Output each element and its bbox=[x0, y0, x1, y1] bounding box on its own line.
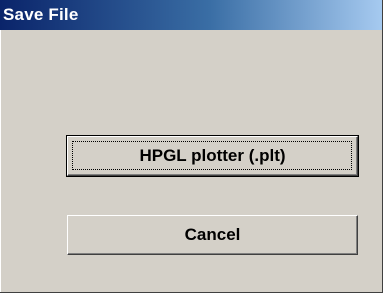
title-bar[interactable]: Save File bbox=[0, 0, 382, 30]
cancel-button-label: Cancel bbox=[184, 225, 241, 244]
cancel-button[interactable]: Cancel bbox=[67, 215, 358, 255]
save-file-dialog: Save File HPGL plotter (.plt) Cancel bbox=[0, 0, 383, 293]
hpgl-plotter-button-label: HPGL plotter (.plt) bbox=[139, 146, 286, 165]
hpgl-plotter-button[interactable]: HPGL plotter (.plt) bbox=[66, 135, 359, 177]
dialog-title: Save File bbox=[3, 5, 79, 24]
